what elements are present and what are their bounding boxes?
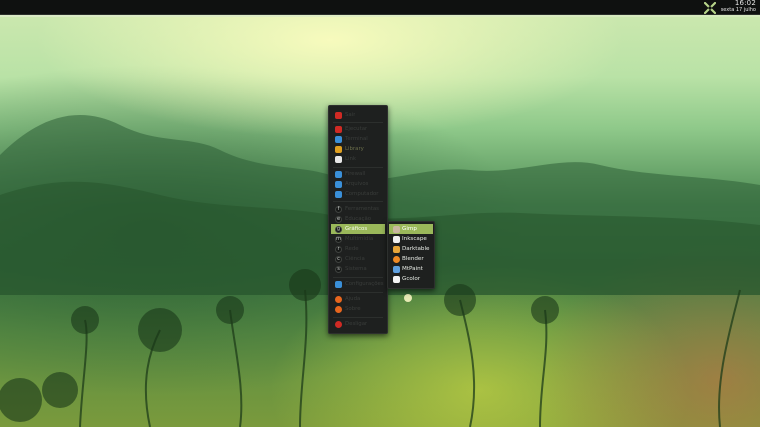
menu-item-configuracoes[interactable]: Configurações — [331, 279, 385, 289]
menu-item-label: Sobre — [345, 306, 361, 312]
clock-date: sexta 17 julho — [720, 7, 756, 13]
submenu-item-label: MtPaint — [402, 266, 423, 272]
menu-item-terminal[interactable]: Terminal — [331, 134, 385, 144]
submenu-item-label: Gcolor — [402, 276, 421, 282]
menu-item-label: Arquivos — [345, 181, 369, 187]
application-menu: Sair Ejecutar Terminal Library Link Fire… — [328, 105, 388, 334]
menu-item-label: Ciência — [345, 256, 365, 262]
firewall-icon — [335, 170, 342, 178]
submenu-item-darktable[interactable]: Darktable — [389, 244, 433, 254]
menu-item-sobre[interactable]: Sobre — [331, 304, 385, 314]
menu-item-ciencia[interactable]: c Ciência — [331, 254, 385, 264]
menu-item-label: Ferramentas — [345, 206, 379, 212]
submenu-item-label: Blender — [402, 256, 424, 262]
menu-item-label: Firewall — [345, 171, 366, 177]
shutdown-icon — [335, 320, 342, 328]
mtpaint-icon — [393, 265, 400, 273]
menu-item-label: Sistema — [345, 266, 367, 272]
menu-item-label: Multimídia — [345, 236, 374, 242]
menu-item-firewall[interactable]: Firewall — [331, 169, 385, 179]
gimp-icon — [393, 225, 400, 233]
library-icon — [335, 145, 342, 153]
terminal-icon — [335, 135, 342, 143]
menu-item-desligar[interactable]: Desligar — [331, 319, 385, 329]
panel-clock[interactable]: 16:02 sexta 17 julho — [721, 0, 756, 14]
menu-item-label: Sair — [345, 112, 356, 118]
menu-separator — [333, 122, 383, 123]
menu-item-label: Configurações — [345, 281, 384, 287]
menu-item-label: Educação — [345, 216, 372, 222]
menu-separator — [333, 317, 383, 318]
menu-item-ejecutar[interactable]: Ejecutar — [331, 124, 385, 134]
menu-item-computador[interactable]: Computador — [331, 189, 385, 199]
menu-item-label: Ejecutar — [345, 126, 368, 132]
clock-time: 16:02 — [734, 0, 756, 7]
menu-item-rede[interactable]: r Rede — [331, 244, 385, 254]
system-icon: s — [335, 265, 342, 273]
submenu-item-gimp[interactable]: Gimp — [389, 224, 433, 234]
graphics-submenu: Gimp Inkscape Darktable Blender MtPaint … — [387, 221, 435, 289]
graphics-icon: g — [335, 225, 342, 233]
menu-separator — [333, 167, 383, 168]
submenu-item-mtpaint[interactable]: MtPaint — [389, 264, 433, 274]
menu-item-sair[interactable]: Sair — [331, 110, 385, 120]
menu-item-library[interactable]: Library — [331, 144, 385, 154]
link-icon — [335, 155, 342, 163]
submenu-item-blender[interactable]: Blender — [389, 254, 433, 264]
inkscape-icon — [393, 235, 400, 243]
menu-item-label: Computador — [345, 191, 379, 197]
files-icon — [335, 180, 342, 188]
menu-separator — [333, 201, 383, 202]
run-icon — [335, 125, 342, 133]
xfce-x-icon[interactable] — [704, 2, 716, 14]
darktable-icon — [393, 245, 400, 253]
power-icon — [335, 111, 342, 119]
menu-item-label: Desligar — [345, 321, 368, 327]
multimedia-icon: m — [335, 235, 342, 243]
menu-item-label: Gráficos — [345, 226, 368, 232]
menu-item-ferramentas[interactable]: f Ferramentas — [331, 204, 385, 214]
menu-item-label: Library — [345, 146, 364, 152]
tools-icon: f — [335, 205, 342, 213]
submenu-item-inkscape[interactable]: Inkscape — [389, 234, 433, 244]
submenu-item-label: Inkscape — [402, 236, 427, 242]
menu-item-educacao[interactable]: e Educação — [331, 214, 385, 224]
panel-divider — [0, 15, 760, 17]
submenu-item-label: Darktable — [402, 246, 430, 252]
education-icon: e — [335, 215, 342, 223]
menu-item-sistema[interactable]: s Sistema — [331, 264, 385, 274]
settings-icon — [335, 280, 342, 288]
science-icon: c — [335, 255, 342, 263]
blender-icon — [393, 255, 400, 263]
menu-item-label: Link — [345, 156, 357, 162]
menu-item-label: Terminal — [345, 136, 368, 142]
menu-item-multimidia[interactable]: m Multimídia — [331, 234, 385, 244]
menu-item-graficos[interactable]: g Gráficos — [331, 224, 385, 234]
top-panel: 16:02 sexta 17 julho — [0, 0, 760, 15]
menu-item-link[interactable]: Link — [331, 154, 385, 164]
submenu-item-gcolor[interactable]: Gcolor — [389, 274, 433, 284]
network-icon: r — [335, 245, 342, 253]
submenu-item-label: Gimp — [402, 226, 417, 232]
menu-item-ajuda[interactable]: Ajuda — [331, 294, 385, 304]
menu-separator — [333, 277, 383, 278]
help-icon — [335, 295, 342, 303]
menu-separator — [333, 292, 383, 293]
gcolor-icon — [393, 275, 400, 283]
about-icon — [335, 305, 342, 313]
menu-item-label: Rede — [345, 246, 359, 252]
menu-item-arquivos[interactable]: Arquivos — [331, 179, 385, 189]
menu-item-label: Ajuda — [345, 296, 361, 302]
computer-icon — [335, 190, 342, 198]
